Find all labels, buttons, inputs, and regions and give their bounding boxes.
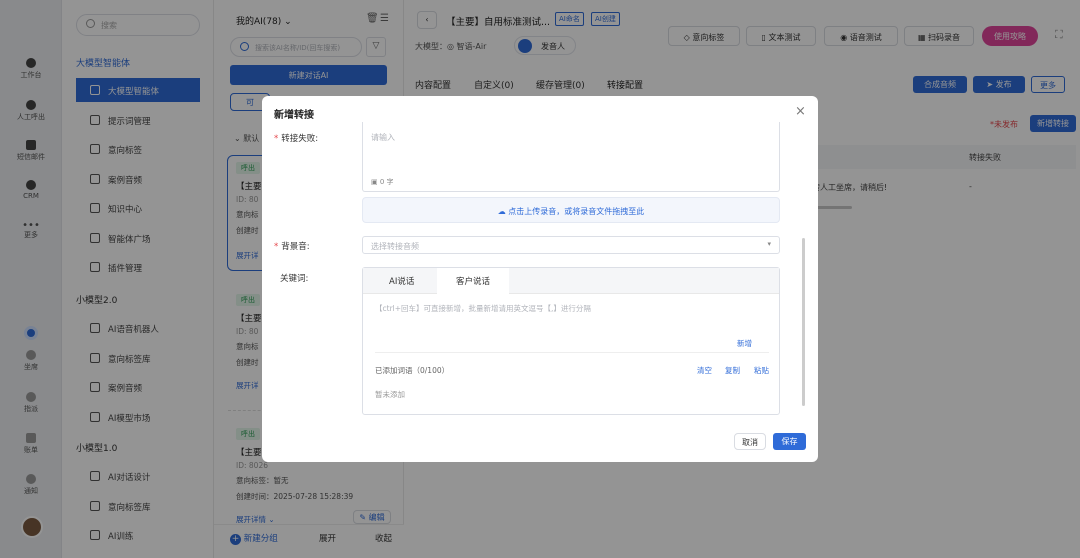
tab-ai-speak[interactable]: AI说话 [389, 275, 414, 287]
keyword-label: 关键词: [280, 274, 309, 284]
fail-label: * 转接失败: [274, 134, 319, 144]
keyword-tabs [363, 268, 779, 294]
keyword-empty: 暂未添加 [375, 390, 405, 399]
keyword-count: 已添加词语（0/100） [375, 366, 450, 375]
upload-area[interactable]: ☁ 点击上传录音，或将录音文件拖拽至此 [362, 197, 780, 223]
tab-customer-speak[interactable]: 客户说话 [437, 268, 509, 295]
save-button[interactable]: 保存 [773, 433, 806, 450]
dialog-scrollbar[interactable] [802, 238, 805, 406]
text-icon: ▣ [371, 178, 380, 186]
keyword-paste-link[interactable]: 粘贴 [754, 365, 769, 376]
cancel-button[interactable]: 取消 [734, 433, 766, 450]
bg-audio-select[interactable]: 选择转接音频 ▾ [362, 236, 780, 254]
caret-down-icon: ▾ [767, 240, 771, 248]
dialog-title: 新增转接 [274, 110, 314, 121]
upload-cloud-icon: ☁ [497, 207, 509, 216]
keyword-input[interactable]: 【ctrl+回车】可直接新增，批量新增请用英文逗号【,】进行分隔 [375, 303, 591, 314]
keyword-copy-link[interactable]: 复制 [725, 365, 740, 376]
keyword-divider [375, 352, 769, 353]
bg-label: * 背景音: [274, 242, 310, 252]
close-icon[interactable]: × [795, 104, 806, 119]
char-count: ▣ 0 字 [371, 178, 394, 186]
keyword-add-link[interactable]: 新增 [737, 338, 752, 349]
keyword-clear-link[interactable]: 清空 [697, 365, 712, 376]
new-transfer-dialog: 新增转接 × * 转接失败: 请输入 ▣ 0 字 ☁ 点击上传录音，或将录音文件拖… [262, 96, 818, 462]
fail-textarea[interactable]: 请输入 ▣ 0 字 [362, 122, 780, 192]
keyword-panel: AI说话 客户说话 【ctrl+回车】可直接新增，批量新增请用英文逗号【,】进行… [362, 267, 780, 415]
